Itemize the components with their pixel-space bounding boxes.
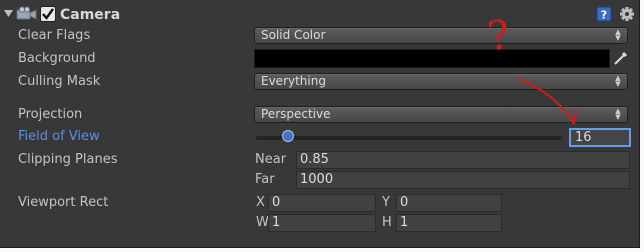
dropdown-arrows-icon: ▲ ▼ bbox=[615, 28, 621, 42]
viewport-w-label: W bbox=[256, 215, 269, 230]
viewport-w-input[interactable]: 1 bbox=[268, 214, 376, 232]
near-label: Near bbox=[255, 152, 287, 167]
help-book-icon[interactable]: ? bbox=[596, 6, 612, 26]
clipping-planes-label: Clipping Planes bbox=[18, 152, 118, 167]
camera-icon bbox=[16, 6, 38, 26]
camera-inspector-panel: Camera ? Clear Flags Solid Color ▲ ▼ Back… bbox=[0, 0, 640, 248]
field-of-view-slider-track[interactable] bbox=[256, 136, 562, 140]
clear-flags-value: Solid Color bbox=[261, 28, 326, 42]
projection-value: Perspective bbox=[261, 107, 331, 121]
culling-mask-label: Culling Mask bbox=[18, 74, 101, 89]
viewport-h-label: H bbox=[382, 215, 392, 230]
viewport-y-label: Y bbox=[382, 195, 390, 210]
projection-label: Projection bbox=[18, 107, 83, 122]
svg-text:?: ? bbox=[601, 9, 607, 22]
dropdown-arrows-icon: ▲ ▼ bbox=[615, 107, 621, 121]
viewport-h-input[interactable]: 1 bbox=[396, 214, 502, 232]
dropdown-arrows-icon: ▲ ▼ bbox=[615, 74, 621, 88]
projection-dropdown[interactable]: Perspective ▲ ▼ bbox=[254, 106, 628, 123]
clear-flags-label: Clear Flags bbox=[18, 28, 91, 43]
far-input[interactable]: 1000 bbox=[296, 171, 630, 189]
viewport-rect-label: Viewport Rect bbox=[18, 195, 109, 210]
eyedropper-icon[interactable] bbox=[612, 50, 629, 71]
viewport-y-input[interactable]: 0 bbox=[396, 194, 502, 212]
field-of-view-input[interactable]: 16 bbox=[569, 128, 631, 147]
far-label: Far bbox=[255, 172, 275, 187]
field-of-view-slider-thumb[interactable] bbox=[282, 130, 294, 142]
culling-mask-dropdown[interactable]: Everything ▲ ▼ bbox=[254, 73, 628, 90]
field-of-view-label: Field of View bbox=[18, 129, 100, 144]
gear-icon[interactable] bbox=[619, 6, 635, 26]
background-color-swatch[interactable] bbox=[254, 49, 610, 68]
foldout-triangle-icon[interactable] bbox=[4, 8, 14, 23]
viewport-x-label: X bbox=[256, 195, 265, 210]
near-input[interactable]: 0.85 bbox=[296, 151, 630, 169]
viewport-x-input[interactable]: 0 bbox=[268, 194, 376, 212]
checkbox-checked-icon[interactable] bbox=[40, 6, 56, 26]
clear-flags-dropdown[interactable]: Solid Color ▲ ▼ bbox=[254, 27, 628, 44]
component-title: Camera bbox=[60, 7, 121, 23]
culling-mask-value: Everything bbox=[261, 74, 326, 88]
background-label: Background bbox=[18, 51, 96, 66]
